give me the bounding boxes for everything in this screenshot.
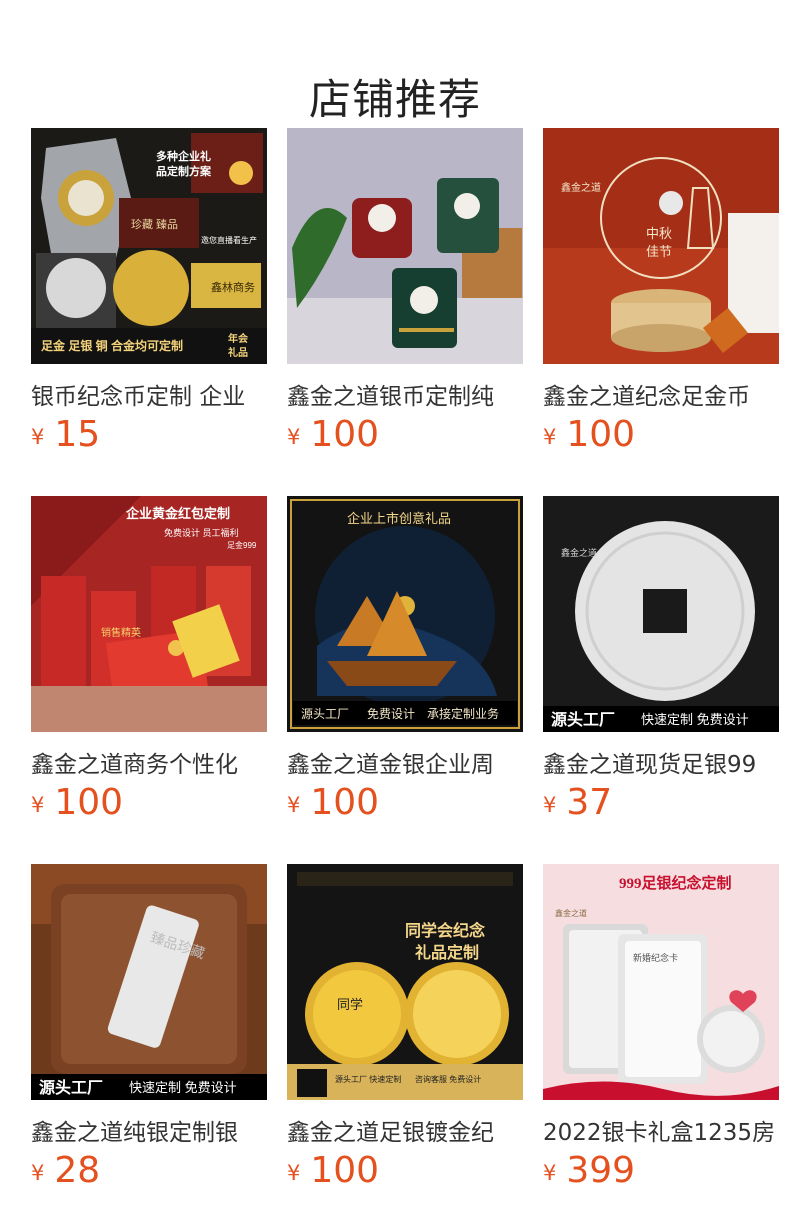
price-value: 100	[310, 414, 380, 455]
image-caption: 邀您直播看生产	[201, 235, 257, 245]
image-caption: 同学	[337, 997, 363, 1012]
product-price: ¥28	[31, 1150, 100, 1191]
currency-symbol: ¥	[543, 425, 557, 449]
image-caption: 快速定制 免费设计	[641, 712, 749, 727]
currency-symbol: ¥	[543, 1161, 557, 1185]
image-caption: 咨询客服 免费设计	[415, 1074, 481, 1084]
price-value: 399	[566, 1150, 636, 1191]
image-caption: 免费设计	[367, 706, 415, 721]
image-caption: 年会	[228, 332, 248, 345]
price-value: 15	[54, 414, 101, 455]
product-price: ¥100	[287, 414, 379, 455]
product-image[interactable]: 999足银纪念定制 新婚纪念卡 鑫金之道	[543, 864, 779, 1100]
page-title: 店铺推荐	[308, 75, 481, 125]
product-image[interactable]: 鑫金之道 中秋 佳节	[543, 128, 779, 364]
product-image[interactable]: 企业黄金红包定制 免费设计 员工福利 足金999 销售精英	[31, 496, 267, 732]
currency-symbol: ¥	[287, 793, 301, 817]
product-card[interactable]: 多种企业礼 品定制方案 邀您直播看生产 珍藏 臻品 鑫林商务 足金 足银 铜 合…	[31, 128, 267, 458]
currency-symbol: ¥	[31, 425, 45, 449]
price-value: 37	[566, 782, 613, 823]
product-price: ¥100	[287, 1150, 379, 1191]
price-value: 28	[54, 1150, 101, 1191]
image-caption: 源头工厂	[301, 707, 349, 721]
product-price: ¥15	[31, 414, 100, 455]
image-caption: 鑫金之道	[561, 181, 601, 194]
image-caption: 鑫林商务	[211, 280, 255, 294]
image-caption: 源头工厂	[39, 1078, 103, 1097]
product-price: ¥100	[287, 782, 379, 823]
product-name[interactable]: 鑫金之道现货足银99	[543, 745, 779, 779]
product-name[interactable]: 2022银卡礼盒1235房	[543, 1113, 779, 1147]
product-image[interactable]	[287, 128, 523, 364]
currency-symbol: ¥	[31, 1161, 45, 1185]
product-name[interactable]: 银币纪念币定制 企业	[31, 377, 267, 411]
product-price: ¥100	[543, 414, 635, 455]
image-caption: 礼品定制	[415, 943, 479, 962]
product-price: ¥37	[543, 782, 612, 823]
product-name[interactable]: 鑫金之道商务个性化	[31, 745, 267, 779]
image-caption: 佳节	[646, 244, 672, 259]
product-name[interactable]: 鑫金之道银币定制纯	[287, 377, 523, 411]
price-value: 100	[566, 414, 636, 455]
image-caption: 中秋	[646, 226, 672, 241]
currency-symbol: ¥	[287, 425, 301, 449]
currency-symbol: ¥	[31, 793, 45, 817]
product-name[interactable]: 鑫金之道纪念足金币	[543, 377, 779, 411]
product-card[interactable]: 企业上市创意礼品 源头工厂 免费设计 承接定制业务 鑫金之道金银企业周 ¥100	[287, 496, 523, 826]
currency-symbol: ¥	[543, 793, 557, 817]
product-card[interactable]: 企业黄金红包定制 免费设计 员工福利 足金999 销售精英 鑫金之道商务个性化 …	[31, 496, 267, 826]
image-caption: 足金 足银 铜 合金均可定制	[41, 338, 183, 353]
product-image[interactable]: 臻品珍藏 源头工厂 快速定制 免费设计	[31, 864, 267, 1100]
image-caption: 企业上市创意礼品	[347, 511, 451, 526]
image-caption: 免费设计 员工福利	[164, 527, 239, 538]
product-price: ¥100	[31, 782, 123, 823]
image-caption: 鑫金之道	[561, 547, 597, 558]
image-caption: 鑫金之道	[555, 908, 587, 918]
product-image[interactable]: 同学会纪念 礼品定制 同学 源头工厂 快速定制 咨询客服 免费设计	[287, 864, 523, 1100]
product-name[interactable]: 鑫金之道足银镀金纪	[287, 1113, 523, 1147]
image-caption: 快速定制 免费设计	[129, 1080, 237, 1095]
product-card[interactable]: 鑫金之道 中秋 佳节 鑫金之道纪念足金币 ¥100	[543, 128, 779, 458]
image-caption: 新婚纪念卡	[633, 952, 678, 963]
product-image[interactable]: 企业上市创意礼品 源头工厂 免费设计 承接定制业务	[287, 496, 523, 732]
image-caption: 品定制方案	[156, 164, 212, 178]
product-card[interactable]: 臻品珍藏 源头工厂 快速定制 免费设计 鑫金之道纯银定制银 ¥28	[31, 864, 267, 1194]
product-card[interactable]: 999足银纪念定制 新婚纪念卡 鑫金之道 2022银卡礼盒1235房 ¥399	[543, 864, 779, 1194]
image-caption: 999足银纪念定制	[619, 874, 732, 892]
price-value: 100	[310, 1150, 380, 1191]
image-caption: 足金999	[227, 540, 257, 550]
image-caption: 臻品	[156, 217, 178, 231]
product-card[interactable]: 鑫金之道银币定制纯 ¥100	[287, 128, 523, 458]
product-price: ¥399	[543, 1150, 635, 1191]
image-caption: 同学会纪念	[405, 921, 486, 940]
image-caption: 销售精英	[101, 626, 141, 639]
product-image[interactable]: 多种企业礼 品定制方案 邀您直播看生产 珍藏 臻品 鑫林商务 足金 足银 铜 合…	[31, 128, 267, 364]
product-card[interactable]: 同学会纪念 礼品定制 同学 源头工厂 快速定制 咨询客服 免费设计 鑫金之道足银…	[287, 864, 523, 1194]
product-image[interactable]: 鑫金之道 源头工厂 快速定制 免费设计	[543, 496, 779, 732]
image-caption: 承接定制业务	[427, 706, 499, 721]
product-card[interactable]: 鑫金之道 源头工厂 快速定制 免费设计 鑫金之道现货足银99 ¥37	[543, 496, 779, 826]
image-caption: 企业黄金红包定制	[125, 506, 230, 521]
image-caption: 礼品	[228, 346, 248, 359]
image-caption: 珍藏	[131, 218, 153, 231]
image-caption: 多种企业礼	[156, 149, 211, 163]
currency-symbol: ¥	[287, 1161, 301, 1185]
image-caption: 源头工厂 快速定制	[335, 1074, 401, 1084]
product-name[interactable]: 鑫金之道金银企业周	[287, 745, 523, 779]
price-value: 100	[54, 782, 124, 823]
price-value: 100	[310, 782, 380, 823]
product-name[interactable]: 鑫金之道纯银定制银	[31, 1113, 267, 1147]
image-caption: 源头工厂	[551, 710, 615, 729]
